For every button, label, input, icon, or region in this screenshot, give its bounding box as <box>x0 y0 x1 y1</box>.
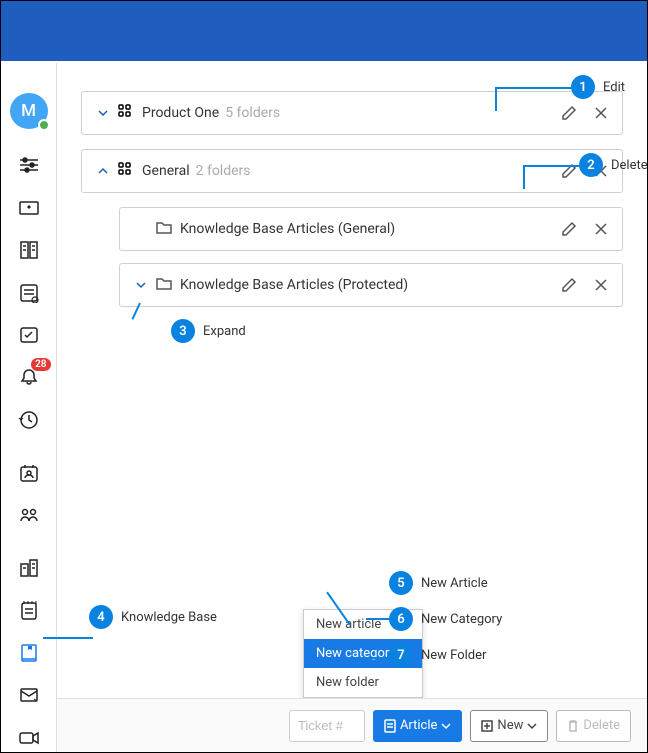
callout-2: 2Delete <box>579 153 648 177</box>
close-icon[interactable] <box>592 276 610 294</box>
nav-mail-icon[interactable] <box>13 681 45 710</box>
nav-notifications-icon[interactable]: 28 <box>13 364 45 393</box>
nav-notes-icon[interactable] <box>13 596 45 625</box>
category-row[interactable]: General 2 folders <box>81 149 623 193</box>
callout-6: 6New Category <box>389 607 502 631</box>
nav-contacts-icon[interactable] <box>13 459 45 488</box>
folder-name: Knowledge Base Articles (Protected) <box>180 277 408 293</box>
edit-icon[interactable] <box>560 104 578 122</box>
category-icon <box>118 104 134 122</box>
category-row[interactable]: Product One 5 folders <box>81 91 623 135</box>
chevron-down-icon[interactable] <box>94 107 112 119</box>
nav-report-icon[interactable] <box>13 279 45 308</box>
nav-tasks-icon[interactable] <box>13 321 45 350</box>
close-icon[interactable] <box>592 220 610 238</box>
edit-icon[interactable] <box>560 220 578 238</box>
nav-knowledge-base-icon[interactable] <box>13 639 45 668</box>
nav-company-icon[interactable] <box>13 554 45 583</box>
category-name: Product One <box>142 105 219 121</box>
callout-7: 7New Folder <box>389 643 486 667</box>
new-dropdown-button[interactable]: New <box>470 710 548 742</box>
folder-name: Knowledge Base Articles (General) <box>180 221 395 237</box>
bottom-toolbar: Article New Delete <box>57 698 647 752</box>
edit-icon[interactable] <box>560 162 578 180</box>
callout-4: 4Knowledge Base <box>89 605 217 629</box>
delete-button[interactable]: Delete <box>556 710 631 742</box>
nav-video-icon[interactable] <box>13 724 45 753</box>
callout-5: 5New Article <box>389 571 488 595</box>
callout-1: 1Edit <box>571 75 625 99</box>
header-bar <box>1 1 647 61</box>
category-icon <box>118 162 134 180</box>
sidebar: M 28 <box>1 63 57 752</box>
ticket-number-input[interactable] <box>289 710 365 742</box>
nav-settings-icon[interactable] <box>13 151 45 180</box>
nav-ticket-icon[interactable] <box>13 194 45 223</box>
chevron-down-icon[interactable] <box>132 279 150 291</box>
nav-assets-icon[interactable] <box>13 236 45 265</box>
category-subtitle: 2 folders <box>196 163 251 179</box>
callout-3: 3Expand <box>171 319 246 343</box>
avatar[interactable]: M <box>10 93 48 129</box>
folder-row[interactable]: Knowledge Base Articles (General) <box>119 207 623 251</box>
folder-row[interactable]: Knowledge Base Articles (Protected) <box>119 263 623 307</box>
nav-team-icon[interactable] <box>13 501 45 530</box>
category-subtitle: 5 folders <box>225 105 280 121</box>
main-content-area: Product One 5 folders General 2 folders … <box>57 63 647 752</box>
edit-icon[interactable] <box>560 276 578 294</box>
dropdown-item-new-folder[interactable]: New folder <box>304 668 422 697</box>
chevron-up-icon[interactable] <box>94 165 112 177</box>
folder-icon <box>156 220 172 238</box>
category-name: General <box>142 163 190 179</box>
notifications-badge: 28 <box>31 358 50 371</box>
close-icon[interactable] <box>592 104 610 122</box>
folder-icon <box>156 276 172 294</box>
article-dropdown-button[interactable]: Article <box>373 710 462 742</box>
nav-history-icon[interactable] <box>13 406 45 435</box>
